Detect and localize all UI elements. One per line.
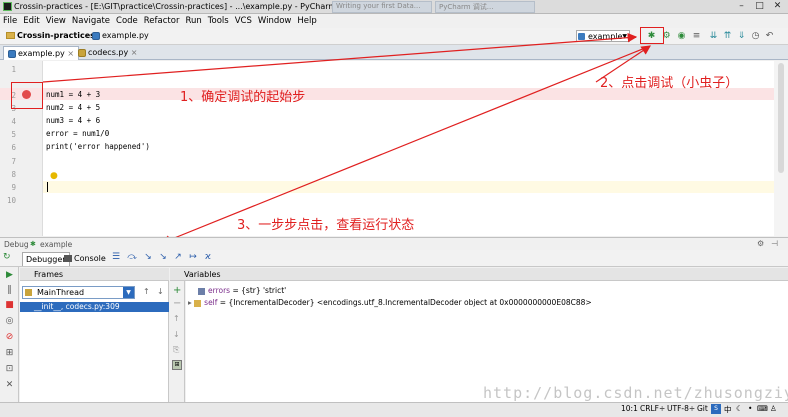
variables-header: Variables — [170, 268, 788, 281]
pycharm-window: Crossin-practices - [E:\GIT\practice\Cro… — [0, 0, 788, 417]
str-type-icon — [198, 287, 205, 295]
tray-person-icon[interactable]: ♙ — [770, 404, 777, 413]
status-line-separator[interactable]: CRLF÷ — [640, 404, 665, 413]
thread-selector[interactable]: MainThread ▼ — [22, 286, 135, 299]
tray-keyboard-icon[interactable]: ⌨ — [757, 404, 768, 413]
stop-icon[interactable]: ■ — [4, 300, 15, 311]
status-vcs[interactable]: Git — [697, 404, 708, 413]
tray-chinese-icon[interactable]: 中 — [724, 404, 732, 415]
status-position[interactable]: 10:1 — [621, 404, 638, 413]
frames-panel[interactable] — [20, 281, 169, 402]
copy-icon[interactable]: ⎘ — [173, 345, 179, 355]
step-into-icon[interactable]: ↘ — [142, 251, 154, 264]
bug-icon: ✱ — [30, 240, 36, 248]
pause-icon[interactable]: ‖ — [4, 285, 15, 296]
expand-icon[interactable]: ▸ — [188, 298, 192, 307]
step-out-icon[interactable]: ↗ — [172, 251, 184, 264]
object-type-icon — [194, 299, 202, 307]
step-over-icon[interactable]: ⤼ — [126, 251, 138, 264]
frame-up-icon[interactable]: ↑ — [143, 287, 150, 296]
chevron-down-icon: ▼ — [123, 287, 134, 298]
hide-icon[interactable]: ⊣ — [771, 239, 778, 248]
tray-icon[interactable]: S — [711, 404, 721, 414]
arrow-to-debug — [42, 32, 638, 83]
debug-title-bar: Debug ✱ example ⚙ ⊣ — [0, 237, 788, 250]
remove-watch-icon[interactable]: − — [173, 298, 181, 309]
variable-value: = {str} 'strict' — [232, 286, 287, 295]
close-debug-icon[interactable]: ✕ — [4, 380, 15, 391]
variable-row[interactable]: errors = {str} 'strict' — [198, 286, 286, 295]
variable-row[interactable]: ▸ self = {IncrementalDecoder} <encodings… — [188, 298, 592, 307]
frame-down-icon[interactable]: ↓ — [157, 287, 164, 296]
new-watch-icon[interactable]: + — [173, 285, 181, 296]
watermark: http://blog.csdn.net/zhusongziye — [483, 384, 788, 402]
frames-header: Frames — [20, 268, 169, 281]
variable-value: = {IncrementalDecoder} <encodings.utf_8.… — [219, 298, 592, 307]
frame-row[interactable]: __init__, codecs.py:309 — [20, 302, 169, 312]
restore-layout-icon[interactable]: ⊞ — [4, 348, 15, 359]
variable-name: errors — [208, 286, 231, 295]
debug-config: example — [40, 240, 73, 249]
pin-icon[interactable]: ⊡ — [4, 364, 15, 375]
tray-moon-icon[interactable]: ☾ — [736, 404, 743, 413]
resume-icon[interactable]: ▶ — [4, 270, 15, 281]
frames-label: Frames — [34, 270, 64, 279]
thread-icon — [25, 289, 32, 296]
variable-name: self — [204, 298, 218, 307]
debug-title: Debug — [4, 240, 29, 249]
move-down-icon[interactable]: ↓ — [173, 330, 180, 339]
status-encoding[interactable]: UTF-8÷ — [667, 404, 695, 413]
show-execution-point-icon[interactable]: ☰ — [110, 251, 122, 264]
view-breakpoints-icon[interactable]: ◎ — [4, 316, 15, 327]
arrow-to-step-over — [160, 45, 651, 245]
step-into-my-code-icon[interactable]: ↘ — [157, 251, 169, 264]
tray-dot-icon[interactable]: • — [748, 404, 752, 413]
evaluate-expression-icon[interactable]: ϰ — [202, 251, 214, 264]
variables-label: Variables — [184, 270, 221, 279]
settings-icon[interactable]: ⚙ — [757, 239, 764, 248]
console-icon — [64, 255, 72, 262]
run-to-cursor-icon[interactable]: ↦ — [187, 251, 199, 264]
move-up-icon[interactable]: ↑ — [173, 314, 180, 323]
mute-breakpoints-icon[interactable]: ⊘ — [4, 332, 15, 343]
tab-console[interactable]: Console — [61, 252, 109, 266]
view-settings-icon[interactable]: ⊞ — [172, 360, 182, 370]
tab-console-label: Console — [74, 254, 106, 263]
rerun-icon[interactable]: ↻ — [3, 252, 11, 262]
thread-label: MainThread — [37, 288, 85, 297]
